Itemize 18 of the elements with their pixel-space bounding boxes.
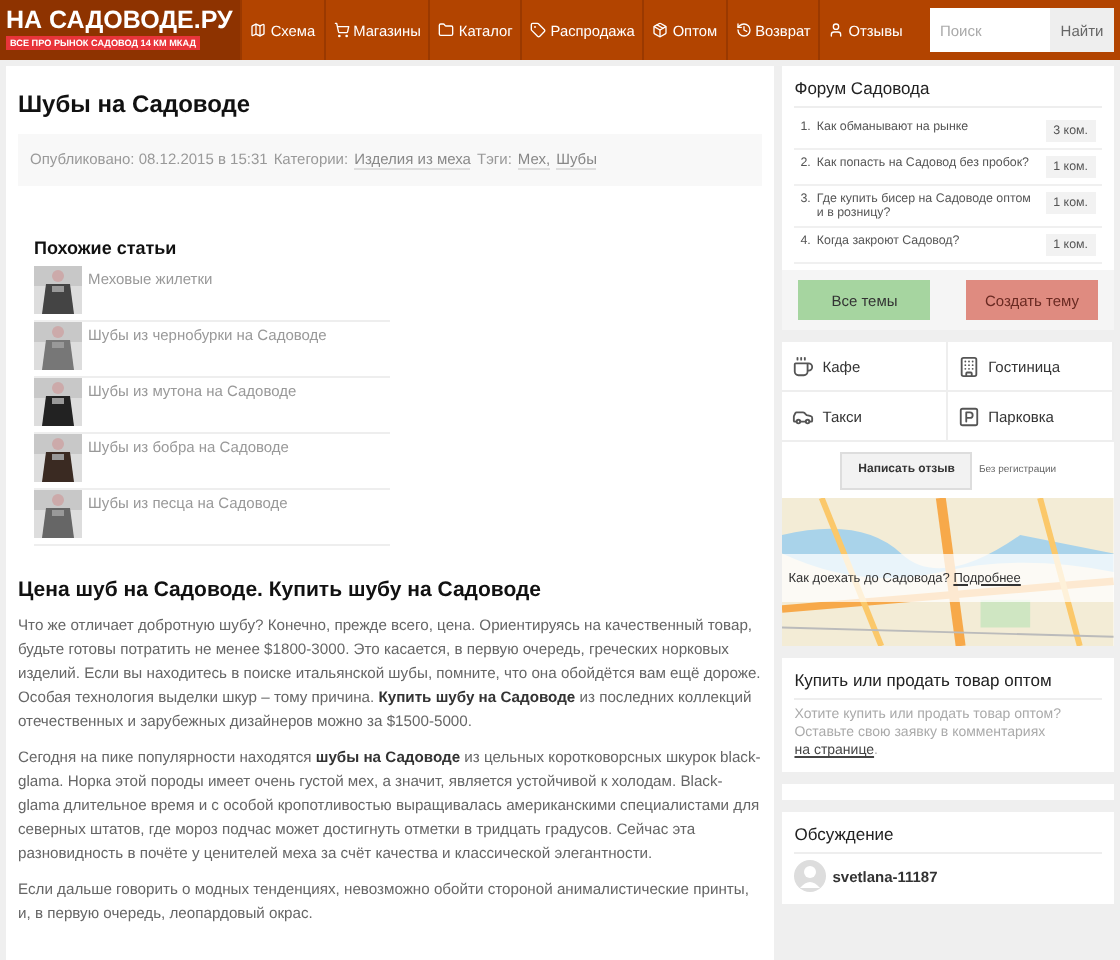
folder-icon <box>438 22 455 38</box>
article-title: Шубы на Садоводе <box>18 90 253 118</box>
user-icon <box>828 22 845 38</box>
section-heading: Цена шуб на Садоводе. Купить шубу на Садоводе <box>18 578 543 602</box>
history-icon <box>735 22 752 38</box>
card-title: Купить или продать товар оптом <box>794 670 1102 700</box>
avatar-icon <box>794 860 827 892</box>
card-title: Обсуждение <box>794 824 1102 854</box>
map-icon <box>250 22 267 38</box>
logo-title[interactable]: НА САДОВОДЕ.РУ <box>6 6 233 36</box>
package-icon <box>652 22 669 38</box>
building-icon <box>958 355 981 377</box>
card-title: Форум Садовода <box>794 78 1102 108</box>
tag-icon <box>530 22 547 38</box>
related-heading: Похожие статьи <box>34 238 179 258</box>
cart-icon <box>333 22 350 38</box>
parking-icon <box>958 405 981 427</box>
coffee-cup-icon <box>792 355 815 377</box>
